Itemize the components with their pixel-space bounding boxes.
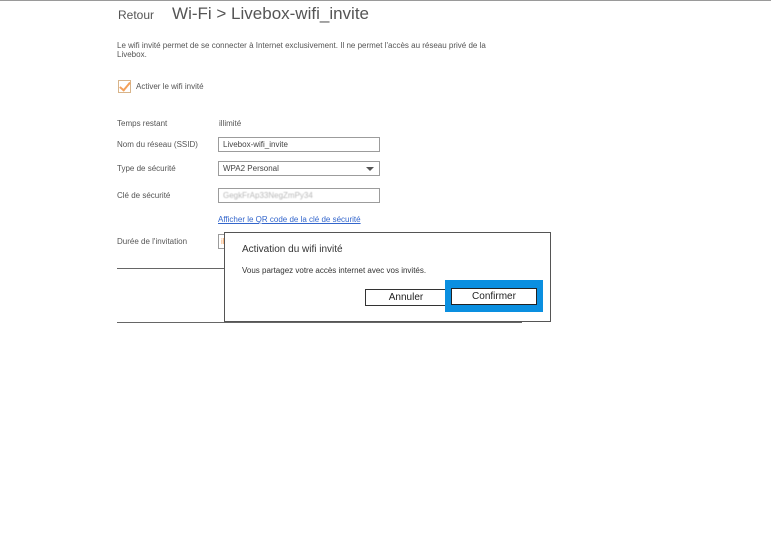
- enable-guest-wifi-label[interactable]: Activer le wifi invité: [136, 82, 204, 91]
- page-title: Wi-Fi > Livebox-wifi_invite: [172, 4, 370, 23]
- security-type-select[interactable]: WPA2 Personal: [218, 161, 380, 176]
- ssid-input[interactable]: Livebox-wifi_invite: [218, 137, 380, 152]
- enable-guest-wifi-row[interactable]: Activer le wifi invité: [118, 79, 204, 93]
- confirm-button-highlight: Confirmer: [445, 280, 543, 312]
- invitation-duration-label: Durée de l'invitation: [117, 237, 188, 246]
- window-top-border: [0, 0, 771, 1]
- divider-top: [117, 268, 225, 269]
- guest-wifi-page: Retour Wi-Fi > Livebox-wifi_invite Le wi…: [0, 0, 771, 546]
- cancel-button[interactable]: Annuler: [365, 289, 447, 306]
- chevron-down-icon: [366, 167, 374, 171]
- time-left-value: illimité: [219, 119, 242, 128]
- security-key-label: Clé de sécurité: [117, 191, 171, 200]
- back-link[interactable]: Retour: [118, 8, 154, 22]
- enable-guest-wifi-checkbox[interactable]: [118, 79, 131, 93]
- activation-dialog: Activation du wifi invité Vous partagez …: [224, 232, 551, 322]
- checkmark-icon: [119, 79, 131, 92]
- ssid-label: Nom du réseau (SSID): [117, 140, 198, 149]
- header: Retour Wi-Fi > Livebox-wifi_invite: [118, 4, 369, 24]
- dialog-title: Activation du wifi invité: [242, 244, 343, 255]
- confirm-button[interactable]: Confirmer: [451, 288, 537, 305]
- security-key-value: GegkFrAp33NegZmPy34: [223, 191, 313, 200]
- security-type-value: WPA2 Personal: [223, 164, 279, 173]
- description-text: Le wifi invité permet de se connecter à …: [117, 41, 486, 59]
- time-left-label: Temps restant: [117, 119, 168, 128]
- divider-bottom: [117, 322, 522, 323]
- security-type-label: Type de sécurité: [117, 164, 176, 173]
- security-key-input[interactable]: GegkFrAp33NegZmPy34: [218, 188, 380, 203]
- show-qr-code-link[interactable]: Afficher le QR code de la clé de sécurit…: [218, 215, 361, 224]
- dialog-message: Vous partagez votre accès internet avec …: [242, 266, 427, 275]
